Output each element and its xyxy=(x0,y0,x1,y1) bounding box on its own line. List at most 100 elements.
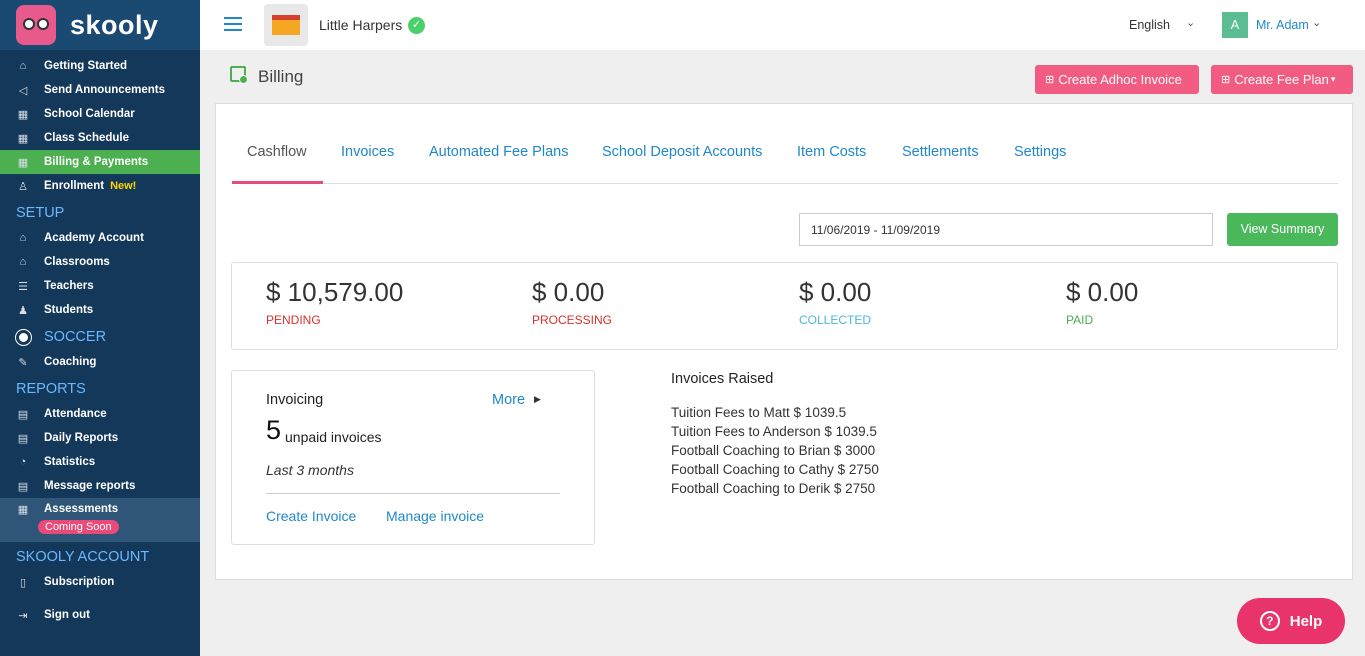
section-heading-label: SOCCER xyxy=(44,329,107,345)
home-icon: ⌂ xyxy=(19,60,27,72)
tab-settings[interactable]: Settings xyxy=(1014,144,1066,160)
sidebar-item-label: Billing & Payments xyxy=(44,156,149,168)
sidebar-item-daily-reports[interactable]: ▤ Daily Reports xyxy=(0,426,200,450)
plus-square-icon: ⊞ xyxy=(1221,74,1231,86)
tab-item-costs[interactable]: Item Costs xyxy=(797,144,866,160)
billing-card: Cashflow Invoices Automated Fee Plans Sc… xyxy=(215,103,1353,580)
pending-label: PENDING xyxy=(266,313,321,327)
invoices-raised-list: Tuition Fees to Matt $ 1039.5 Tuition Fe… xyxy=(671,403,879,498)
sidebar-item-sign-out[interactable]: ⇥ Sign out xyxy=(0,603,200,627)
bookmark-icon: ▯ xyxy=(19,576,27,589)
hamburger-menu-icon[interactable] xyxy=(224,17,242,31)
student-icon: ♟ xyxy=(18,304,28,317)
sidebar-item-label: Message reports xyxy=(44,480,136,492)
tabs-divider xyxy=(232,183,1338,184)
app-logo-text: skooly xyxy=(70,9,159,40)
sidebar-item-label: Enrollment xyxy=(44,180,105,192)
sidebar-item-subscription[interactable]: ▯ Subscription xyxy=(0,570,200,594)
page-title: Billing xyxy=(258,67,304,86)
sidebar-item-label: Classrooms xyxy=(44,256,110,268)
calendar-icon: ▦ xyxy=(17,132,29,145)
sidebar-item-school-calendar[interactable]: ▦ School Calendar xyxy=(0,102,200,126)
tab-settlements[interactable]: Settlements xyxy=(902,144,979,160)
create-adhoc-invoice-button[interactable]: ⊞ Create Adhoc Invoice xyxy=(1035,65,1199,94)
sidebar-item-label: Subscription xyxy=(44,576,115,588)
paid-label: PAID xyxy=(1066,313,1094,327)
sidebar: skooly ⌂ Getting Started ◁ Send Announce… xyxy=(0,0,200,656)
processing-amount: $ 0.00 xyxy=(532,277,605,307)
manage-invoice-link[interactable]: Manage invoice xyxy=(386,508,484,524)
megaphone-icon: ◁ xyxy=(18,84,28,97)
sidebar-item-classrooms[interactable]: ⌂ Classrooms xyxy=(0,250,200,274)
help-button[interactable]: ? Help xyxy=(1237,598,1345,644)
sidebar-item-billing-payments[interactable]: ▦ Billing & Payments xyxy=(0,150,200,174)
sidebar-item-enrollment[interactable]: ♙ Enrollment New! xyxy=(0,174,200,198)
sidebar-item-message-reports[interactable]: ▤ Message reports xyxy=(0,474,200,498)
calendar-icon: ▦ xyxy=(17,108,29,121)
tab-cashflow[interactable]: Cashflow xyxy=(247,144,307,160)
button-label: Create Fee Plan xyxy=(1234,72,1329,87)
coming-soon-badge: Coming Soon xyxy=(38,520,119,534)
report-icon: ▤ xyxy=(17,480,29,493)
date-range-input[interactable] xyxy=(799,213,1213,246)
verified-check-icon: ✓ xyxy=(408,17,425,34)
top-bar: Little Harpers ✓ English ⌄ A Mr. Adam ⌄ xyxy=(200,0,1365,50)
sidebar-item-academy-account[interactable]: ⌂ Academy Account xyxy=(0,226,200,250)
chevron-down-icon[interactable]: ⌄ xyxy=(1312,16,1321,29)
school-name: Little Harpers xyxy=(319,17,403,33)
new-badge: New! xyxy=(110,180,137,192)
sidebar-item-label: Statistics xyxy=(44,456,96,468)
sidebar-item-label: Class Schedule xyxy=(44,132,130,144)
user-menu[interactable]: Mr. Adam xyxy=(1256,18,1309,32)
billing-icon xyxy=(230,66,248,84)
processing-label: PROCESSING xyxy=(532,313,613,327)
sidebar-item-statistics[interactable]: ◔ Statistics xyxy=(0,450,200,474)
section-heading-soccer: SOCCER xyxy=(15,328,107,346)
sidebar-item-label: Sign out xyxy=(44,609,90,621)
user-add-icon: ♙ xyxy=(18,180,28,193)
section-heading-reports: REPORTS xyxy=(16,381,86,397)
sidebar-item-assessments[interactable]: ▦ Assessments Coming Soon xyxy=(0,498,200,542)
language-selector[interactable]: English xyxy=(1129,18,1170,32)
sidebar-item-getting-started[interactable]: ⌂ Getting Started xyxy=(0,54,200,78)
view-summary-button[interactable]: View Summary xyxy=(1227,213,1338,246)
sidebar-item-label: School Calendar xyxy=(44,108,135,120)
report-icon: ▤ xyxy=(17,408,29,421)
plus-square-icon: ⊞ xyxy=(1045,74,1055,86)
soccer-ball-icon xyxy=(15,328,32,346)
sidebar-item-label: Assessments xyxy=(44,503,119,515)
sidebar-item-coaching[interactable]: ✎ Coaching xyxy=(0,350,200,374)
more-link[interactable]: More xyxy=(492,392,525,408)
chevron-down-icon[interactable]: ⌄ xyxy=(1186,16,1195,29)
unpaid-invoices-label: unpaid invoices xyxy=(285,429,382,445)
sidebar-item-send-announcements[interactable]: ◁ Send Announcements xyxy=(0,78,200,102)
period-label: Last 3 months xyxy=(266,462,354,478)
create-fee-plan-button[interactable]: ⊞ Create Fee Plan ▾ xyxy=(1211,65,1353,94)
sidebar-item-attendance[interactable]: ▤ Attendance xyxy=(0,402,200,426)
paid-amount: $ 0.00 xyxy=(1066,277,1139,307)
tab-invoices[interactable]: Invoices xyxy=(341,144,394,160)
sidebar-item-label: Getting Started xyxy=(44,60,128,72)
sidebar-item-class-schedule[interactable]: ▦ Class Schedule xyxy=(0,126,200,150)
section-heading-setup: SETUP xyxy=(16,205,65,221)
sidebar-item-label: Attendance xyxy=(44,408,107,420)
logo-bar[interactable]: skooly xyxy=(0,0,200,50)
sidebar-item-label: Send Announcements xyxy=(44,84,165,96)
pie-chart-icon: ◔ xyxy=(19,456,27,468)
report-icon: ▤ xyxy=(17,432,29,445)
active-tab-indicator xyxy=(232,181,323,184)
classroom-icon: ⌂ xyxy=(19,256,27,268)
collected-amount: $ 0.00 xyxy=(799,277,872,307)
caret-right-icon[interactable]: ▶ xyxy=(534,394,541,405)
avatar[interactable]: A xyxy=(1222,12,1248,38)
question-icon: ? xyxy=(1259,611,1280,631)
sidebar-item-students[interactable]: ♟ Students xyxy=(0,298,200,322)
unpaid-invoice-count: 5 xyxy=(266,415,282,445)
calendar-icon: ▦ xyxy=(17,156,29,169)
tab-school-deposit-accounts[interactable]: School Deposit Accounts xyxy=(602,144,762,160)
tab-automated-fee-plans[interactable]: Automated Fee Plans xyxy=(429,144,568,160)
section-heading-skooly-account: SKOOLY ACCOUNT xyxy=(16,549,150,565)
create-invoice-link[interactable]: Create Invoice xyxy=(266,508,356,524)
caret-down-icon: ▾ xyxy=(1330,74,1336,84)
sidebar-item-teachers[interactable]: ☰ Teachers xyxy=(0,274,200,298)
